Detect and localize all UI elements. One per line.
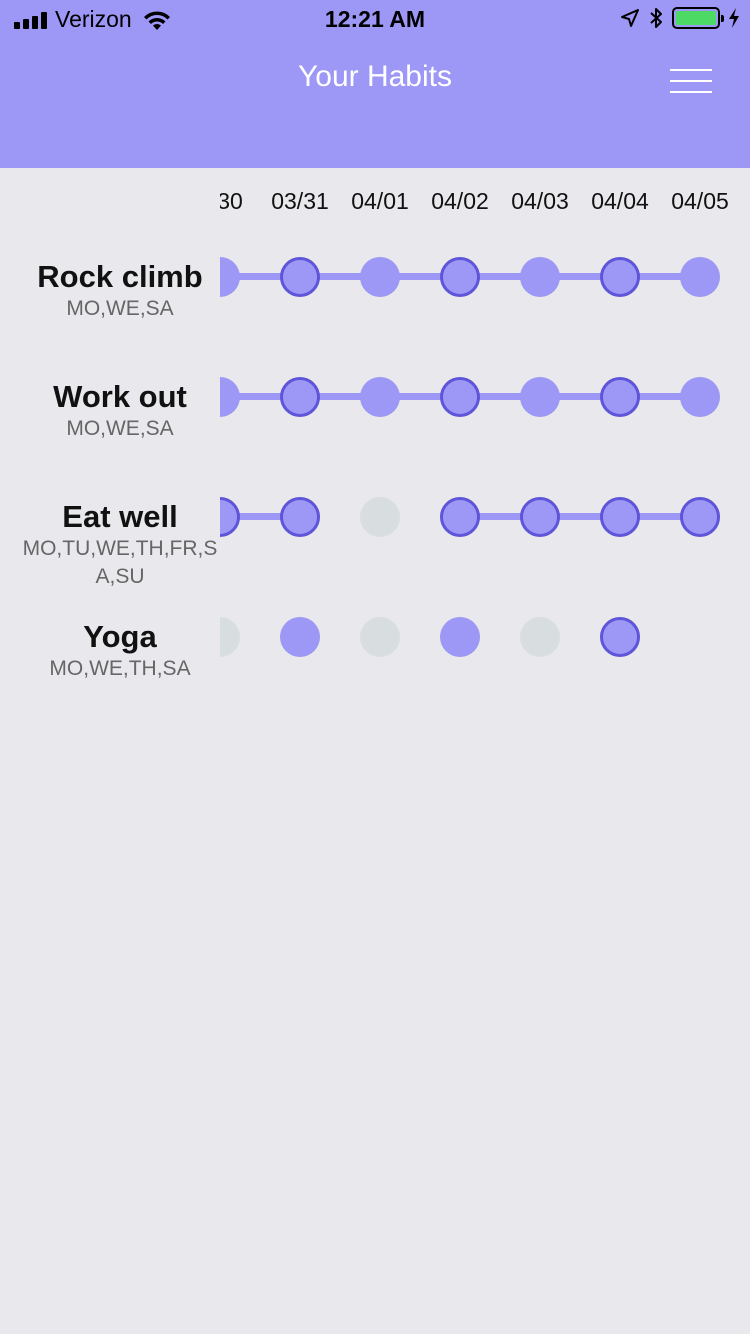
- habit-row[interactable]: Eat well MO,TU,WE,TH,FR,SA,SU: [0, 495, 750, 595]
- habit-schedule-days: MO,WE,SA: [66, 297, 174, 320]
- date-column-header: 04/02: [431, 188, 489, 214]
- habit-row[interactable]: Rock climb MO,WE,SA: [0, 255, 750, 355]
- habit-day-done-dot[interactable]: [360, 377, 400, 417]
- habit-day-scheduled-done-dot[interactable]: [440, 257, 480, 297]
- habit-day-done-dot[interactable]: [280, 617, 320, 657]
- bluetooth-icon: [650, 8, 662, 28]
- habit-track: [220, 495, 750, 539]
- habit-day-done-dot[interactable]: [680, 257, 720, 297]
- habit-name: Work out: [53, 379, 187, 414]
- habit-schedule-days: MO,WE,TH,SA: [49, 657, 191, 680]
- habit-schedule-days: MO,WE,SA: [66, 417, 174, 440]
- habit-day-scheduled-done-dot[interactable]: [680, 497, 720, 537]
- habit-day-missed-dot[interactable]: [220, 617, 240, 657]
- date-column-header: 04/04: [591, 188, 649, 214]
- charging-bolt-icon: [729, 8, 739, 28]
- battery-icon: [672, 7, 724, 29]
- habit-schedule-days: MO,TU,WE,TH,FR,SA,SU: [22, 537, 218, 588]
- habit-name: Yoga: [83, 619, 157, 654]
- habit-day-scheduled-done-dot[interactable]: [600, 377, 640, 417]
- habit-day-done-dot[interactable]: [220, 257, 240, 297]
- habit-day-done-dot[interactable]: [440, 617, 480, 657]
- date-header-row: 30 03/31 04/01 04/02 04/03 04/04 04/05: [0, 188, 750, 218]
- habit-day-scheduled-done-dot[interactable]: [220, 497, 240, 537]
- habit-name: Eat well: [62, 499, 178, 534]
- habit-day-missed-dot[interactable]: [360, 617, 400, 657]
- hamburger-menu-icon[interactable]: [670, 66, 712, 96]
- habit-day-scheduled-done-dot[interactable]: [440, 497, 480, 537]
- habit-name: Rock climb: [37, 259, 203, 294]
- habit-day-done-dot[interactable]: [360, 257, 400, 297]
- date-column-header: 04/05: [671, 188, 729, 214]
- habit-day-done-dot[interactable]: [220, 377, 240, 417]
- habit-day-scheduled-done-dot[interactable]: [280, 377, 320, 417]
- date-column-header: 04/03: [511, 188, 569, 214]
- habit-day-done-dot[interactable]: [520, 257, 560, 297]
- page-title: Your Habits: [298, 60, 452, 93]
- date-column-header: 04/01: [351, 188, 409, 214]
- habit-track: [220, 615, 750, 659]
- header-bar: Verizon 12:21 AM Your Habits: [0, 0, 750, 168]
- habit-row[interactable]: Yoga MO,WE,TH,SA: [0, 615, 750, 715]
- habit-track: [220, 375, 750, 419]
- habit-day-scheduled-done-dot[interactable]: [280, 257, 320, 297]
- habit-day-missed-dot[interactable]: [360, 497, 400, 537]
- habit-day-scheduled-done-dot[interactable]: [600, 497, 640, 537]
- habit-row[interactable]: Work out MO,WE,SA: [0, 375, 750, 475]
- habit-day-scheduled-done-dot[interactable]: [280, 497, 320, 537]
- location-arrow-icon: [621, 9, 639, 27]
- date-column-header: 03/31: [271, 188, 329, 214]
- habit-day-done-dot[interactable]: [680, 377, 720, 417]
- habit-track: [220, 255, 750, 299]
- habit-day-missed-dot[interactable]: [520, 617, 560, 657]
- habit-day-scheduled-done-dot[interactable]: [520, 497, 560, 537]
- habit-day-scheduled-done-dot[interactable]: [600, 617, 640, 657]
- habit-day-done-dot[interactable]: [520, 377, 560, 417]
- battery-level: [676, 11, 716, 25]
- status-bar: Verizon 12:21 AM: [0, 0, 750, 40]
- habit-day-scheduled-done-dot[interactable]: [600, 257, 640, 297]
- habit-day-scheduled-done-dot[interactable]: [440, 377, 480, 417]
